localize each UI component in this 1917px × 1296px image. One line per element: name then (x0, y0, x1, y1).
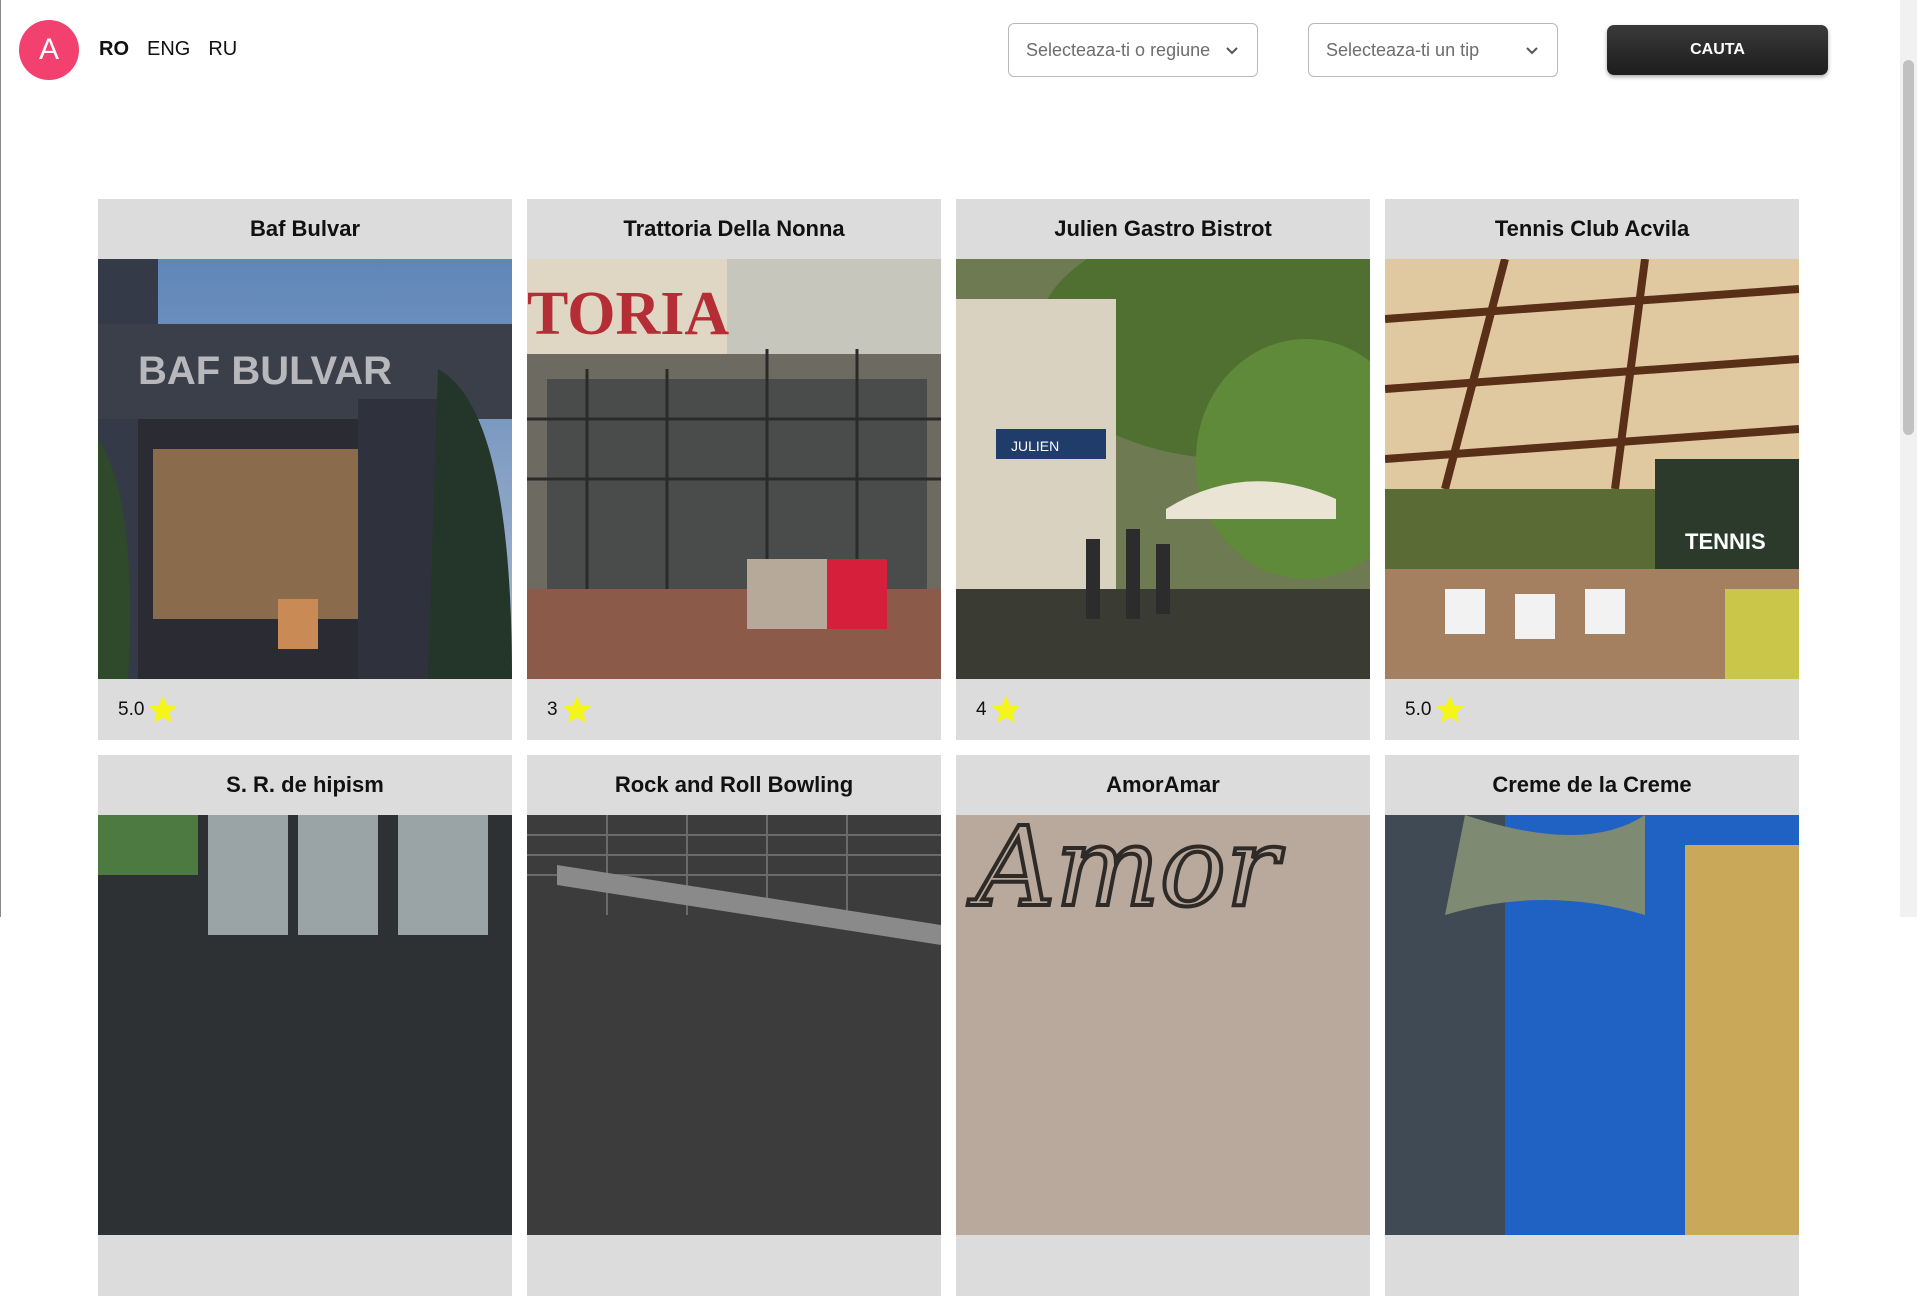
search-button[interactable]: CAUTA (1607, 25, 1828, 75)
rating-value: 5.0 (1405, 699, 1432, 720)
lang-ru[interactable]: RU (208, 38, 237, 61)
venue-photo[interactable] (527, 815, 941, 1235)
rating-value: 4 (976, 699, 987, 720)
venue-title: Trattoria Della Nonna (623, 216, 845, 241)
venue-title: Rock and Roll Bowling (614, 772, 854, 797)
star-icon (1436, 695, 1465, 723)
venue-photo[interactable]: Amor (956, 815, 1370, 1235)
venue-card-trattoria-della-nonna[interactable]: Trattoria Della Nonna TORIA 3 (527, 199, 941, 740)
venue-title: Julien Gastro Bistrot (1054, 216, 1272, 241)
venue-photo[interactable]: BAF BULVAR (98, 259, 512, 679)
photo-sign-text: JULIEN (1011, 438, 1059, 454)
venue-rating: 4 (976, 693, 1023, 727)
top-bar: A RO ENG RU Selecteaza-ti o regiune Sele… (1, 0, 1901, 100)
chevron-down-icon (1526, 47, 1538, 55)
venue-photo[interactable]: JULIEN (956, 259, 1370, 679)
venue-rating: 5.0 (118, 693, 180, 727)
rating-value: 3 (547, 699, 558, 720)
venue-card-creme-de-la-creme[interactable]: Creme de la Creme (1385, 755, 1799, 1296)
venue-photo[interactable]: TORIA (527, 259, 941, 679)
venue-title: Baf Bulvar (249, 216, 361, 241)
region-select-placeholder: Selecteaza-ti o regiune (1026, 39, 1211, 60)
venue-rating: 3 (547, 693, 594, 727)
venue-photo[interactable] (98, 815, 512, 1235)
venue-title: S. R. de hipism (226, 772, 384, 797)
type-select[interactable]: Selecteaza-ti un tip (1308, 23, 1558, 77)
venue-title: AmorAmar (1106, 772, 1220, 797)
venue-rating: 5.0 (1405, 693, 1467, 727)
venue-title: Tennis Club Acvila (1494, 216, 1690, 241)
venue-card-rock-and-roll-bowling[interactable]: Rock and Roll Bowling (527, 755, 941, 1296)
region-select[interactable]: Selecteaza-ti o regiune (1008, 23, 1258, 77)
language-switcher: RO ENG RU (99, 38, 237, 61)
star-icon (562, 695, 591, 723)
scrollbar-thumb[interactable] (1903, 60, 1914, 435)
chevron-down-icon (1226, 47, 1238, 55)
venue-card-tennis-club-acvila[interactable]: Tennis Club Acvila TENNIS 5.0 (1385, 199, 1799, 740)
venue-photo[interactable] (1385, 815, 1799, 1235)
type-select-placeholder: Selecteaza-ti un tip (1326, 39, 1480, 60)
scrollbar[interactable] (1900, 0, 1917, 917)
avatar[interactable]: A (19, 20, 79, 80)
venue-card-amoramar[interactable]: AmorAmar Amor (956, 755, 1370, 1296)
rating-value: 5.0 (118, 699, 145, 720)
lang-eng[interactable]: ENG (147, 38, 190, 61)
avatar-letter: A (38, 33, 59, 66)
star-icon (991, 695, 1020, 723)
photo-sign-text: TORIA (527, 280, 729, 348)
photo-sign-text: BAF BULVAR (138, 349, 392, 393)
star-icon (149, 695, 178, 723)
photo-sign-text: Amor (967, 815, 1285, 931)
venue-card-sr-de-hipism[interactable]: S. R. de hipism (98, 755, 512, 1296)
photo-sign-text: TENNIS (1685, 529, 1766, 554)
venue-title: Creme de la Creme (1492, 772, 1692, 797)
venue-card-baf-bulvar[interactable]: Baf Bulvar BAF BULVAR 5.0 (98, 199, 512, 740)
venue-card-julien-gastro-bistrot[interactable]: Julien Gastro Bistrot JULIEN 4 (956, 199, 1370, 740)
venue-photo[interactable]: TENNIS (1385, 259, 1799, 679)
lang-ro[interactable]: RO (99, 38, 129, 61)
